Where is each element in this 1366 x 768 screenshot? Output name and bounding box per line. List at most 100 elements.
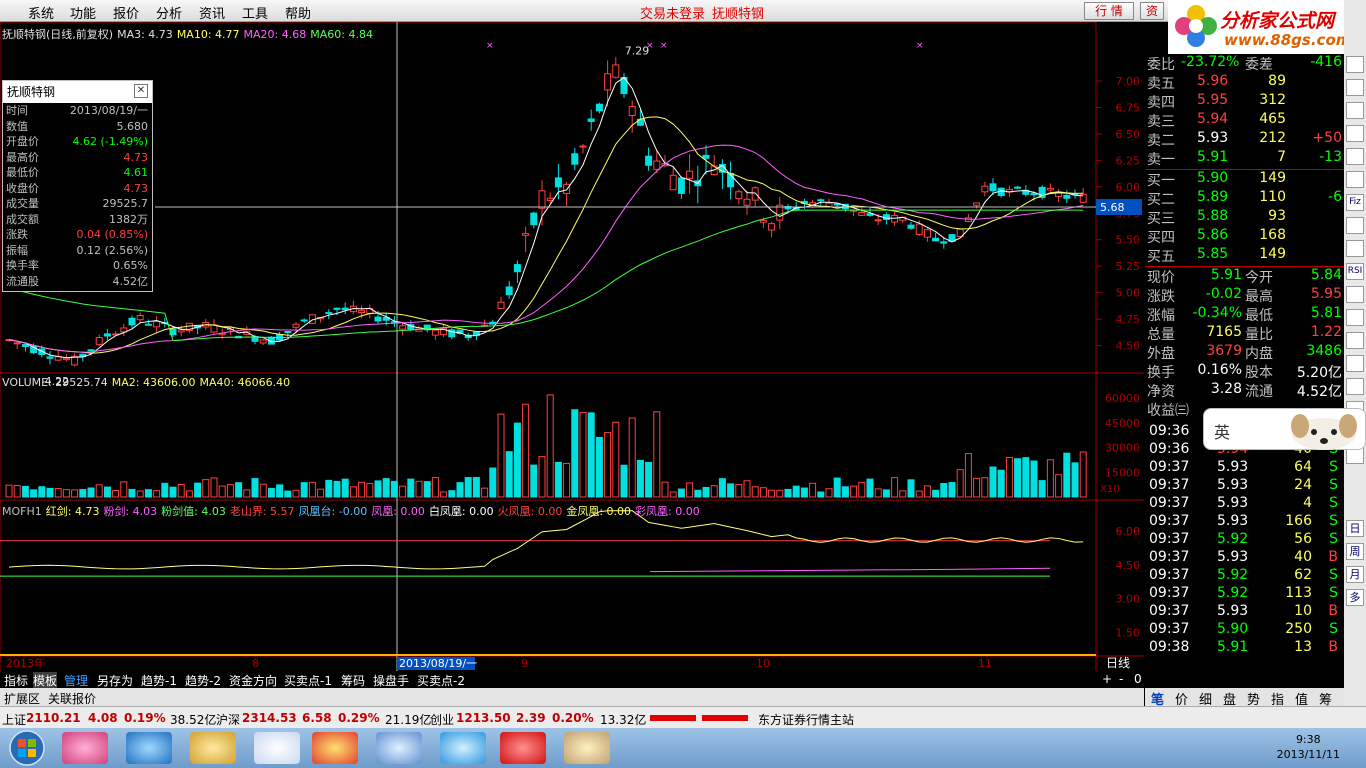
side-tool-button[interactable]: 月 (1346, 566, 1364, 583)
tab-indicator-10[interactable]: 买卖点-2 (417, 672, 465, 689)
quote-value-2: 5.95 (1310, 286, 1342, 302)
file-explorer-icon[interactable] (190, 732, 236, 764)
buy-label: 买一 (1147, 173, 1175, 189)
info-row-label: 涨跌 (6, 228, 28, 241)
app-icon-flower[interactable] (62, 732, 108, 764)
tab-indicator-0[interactable]: 指标 (4, 672, 28, 689)
candle-body (817, 199, 825, 202)
zoom-out-button[interactable]: - (1119, 672, 1123, 686)
tick-time: 09:36 (1149, 423, 1190, 439)
zoom-reset-button[interactable]: 0 (1134, 672, 1142, 686)
side-tool-button[interactable] (1346, 355, 1364, 372)
info-panel-title-bar[interactable]: 抚顺特钢 ✕ (3, 81, 152, 103)
side-tool-button[interactable] (1346, 79, 1364, 96)
stock-app-icon[interactable] (500, 732, 546, 764)
signal-marker-icon: × (660, 41, 668, 51)
tab-indicator-6[interactable]: 资金方向 (229, 672, 277, 689)
info-row: 振幅 0.12 (2.56%) (3, 243, 152, 259)
tab-indicator-3[interactable]: 另存为 (97, 672, 133, 689)
tab-extension-area[interactable]: 扩展区 (4, 690, 40, 707)
side-tool-button[interactable] (1346, 217, 1364, 234)
volume-bar (973, 477, 981, 498)
tab-indicator-4[interactable]: 趋势-1 (141, 672, 177, 689)
quote-button[interactable]: 行 情 (1084, 2, 1134, 20)
side-tool-button[interactable] (1346, 240, 1364, 257)
side-tool-button[interactable]: 日 (1346, 520, 1364, 537)
buy-volume: 93 (1268, 208, 1286, 224)
side-tool-button[interactable]: 周 (1346, 543, 1364, 560)
menu-tools[interactable]: 工具 (242, 3, 268, 22)
sell-price: 5.96 (1197, 73, 1229, 89)
side-tool-button[interactable] (1346, 148, 1364, 165)
tick-row: 09:38 5.91 13 B (1145, 639, 1344, 658)
dog-mascot-icon (1291, 414, 1357, 450)
menu-function[interactable]: 功能 (70, 3, 96, 22)
info-row-value: 5.680 (116, 119, 149, 133)
tick-volume: 113 (1285, 585, 1312, 601)
info-panel[interactable]: 抚顺特钢 ✕ 时间 2013/08/19/一 数值 5.680 开盘价 4.62 (-1.… (2, 80, 153, 292)
ie-browser-icon[interactable] (126, 732, 172, 764)
menu-system[interactable]: 系统 (28, 3, 54, 22)
tab-indicator-7[interactable]: 买卖点-1 (284, 672, 332, 689)
weibo-icon[interactable] (376, 732, 422, 764)
menu-analysis[interactable]: 分析 (156, 3, 182, 22)
side-tool-button[interactable]: 多 (1346, 589, 1364, 606)
menu-help[interactable]: 帮助 (285, 3, 311, 22)
tick-volume: 64 (1294, 459, 1312, 475)
tab-indicator-5[interactable]: 趋势-2 (185, 672, 221, 689)
quote-row: 涨幅 -0.34% 最低 5.81 (1145, 305, 1344, 324)
candle-body (374, 316, 382, 322)
volume-bar (423, 481, 431, 498)
menu-quote[interactable]: 报价 (113, 3, 139, 22)
cloud-app-icon[interactable] (440, 732, 486, 764)
zoom-in-button[interactable]: + (1102, 672, 1112, 686)
sell-label: 卖二 (1147, 133, 1175, 149)
candle-body (333, 307, 341, 310)
side-tool-button[interactable] (1346, 125, 1364, 142)
kline-chart-area[interactable]: 7.006.756.506.256.005.755.505.255.004.75… (0, 22, 1144, 672)
chart-canvas[interactable]: 7.006.756.506.256.005.755.505.255.004.75… (0, 22, 1144, 672)
start-button-icon[interactable] (4, 728, 50, 768)
ime-widget[interactable]: 英 (1203, 408, 1366, 450)
app-icon-pinwheel[interactable] (254, 732, 300, 764)
side-tool-button[interactable] (1346, 309, 1364, 326)
volume-bar (940, 482, 948, 498)
volume-bar (718, 478, 726, 498)
side-tool-button[interactable] (1346, 378, 1364, 395)
candle-body (973, 202, 981, 206)
side-tool-button[interactable] (1346, 286, 1364, 303)
side-tool-button[interactable] (1346, 332, 1364, 349)
paint-app-icon[interactable] (564, 732, 610, 764)
volume-bar (784, 488, 792, 498)
info-row-label: 时间 (6, 104, 28, 117)
price-axis-label: 5.00 (1116, 287, 1141, 300)
side-tool-button[interactable] (1346, 56, 1364, 73)
broker-server[interactable]: 东方证券行情主站 (758, 711, 854, 728)
info-button[interactable]: 资 (1140, 2, 1164, 20)
volume-bar (1022, 457, 1030, 498)
system-clock[interactable]: 9:38 2013/11/11 (1277, 732, 1340, 762)
tab-indicator-2[interactable]: 管理 (64, 672, 88, 689)
quote-value: 3.28 (1210, 381, 1242, 397)
login-status[interactable]: 交易未登录 (640, 3, 705, 22)
chrome-browser-icon[interactable] (312, 732, 358, 764)
side-tool-button[interactable]: Fiz (1346, 194, 1364, 211)
volume-bar (87, 487, 95, 498)
close-icon[interactable]: ✕ (134, 84, 148, 98)
candle-body (292, 323, 300, 328)
tab-indicator-1[interactable]: 模板 (33, 672, 58, 689)
side-tool-button[interactable] (1346, 171, 1364, 188)
tab-related-quote[interactable]: 关联报价 (48, 690, 96, 707)
volume-bar (1038, 480, 1046, 498)
side-tool-button[interactable]: RSI (1346, 263, 1364, 280)
candle-body (554, 177, 562, 188)
info-row: 最低价 4.61 (3, 165, 152, 181)
volume-bar (210, 477, 218, 498)
side-tool-button[interactable] (1346, 102, 1364, 119)
ime-language[interactable]: 英 (1214, 419, 1230, 443)
buy-volume: 149 (1259, 170, 1286, 186)
menu-news[interactable]: 资讯 (199, 3, 225, 22)
tab-indicator-8[interactable]: 筹码 (341, 672, 365, 689)
quote-label: 收益㈢ (1147, 403, 1189, 419)
tab-indicator-9[interactable]: 操盘手 (373, 672, 409, 689)
